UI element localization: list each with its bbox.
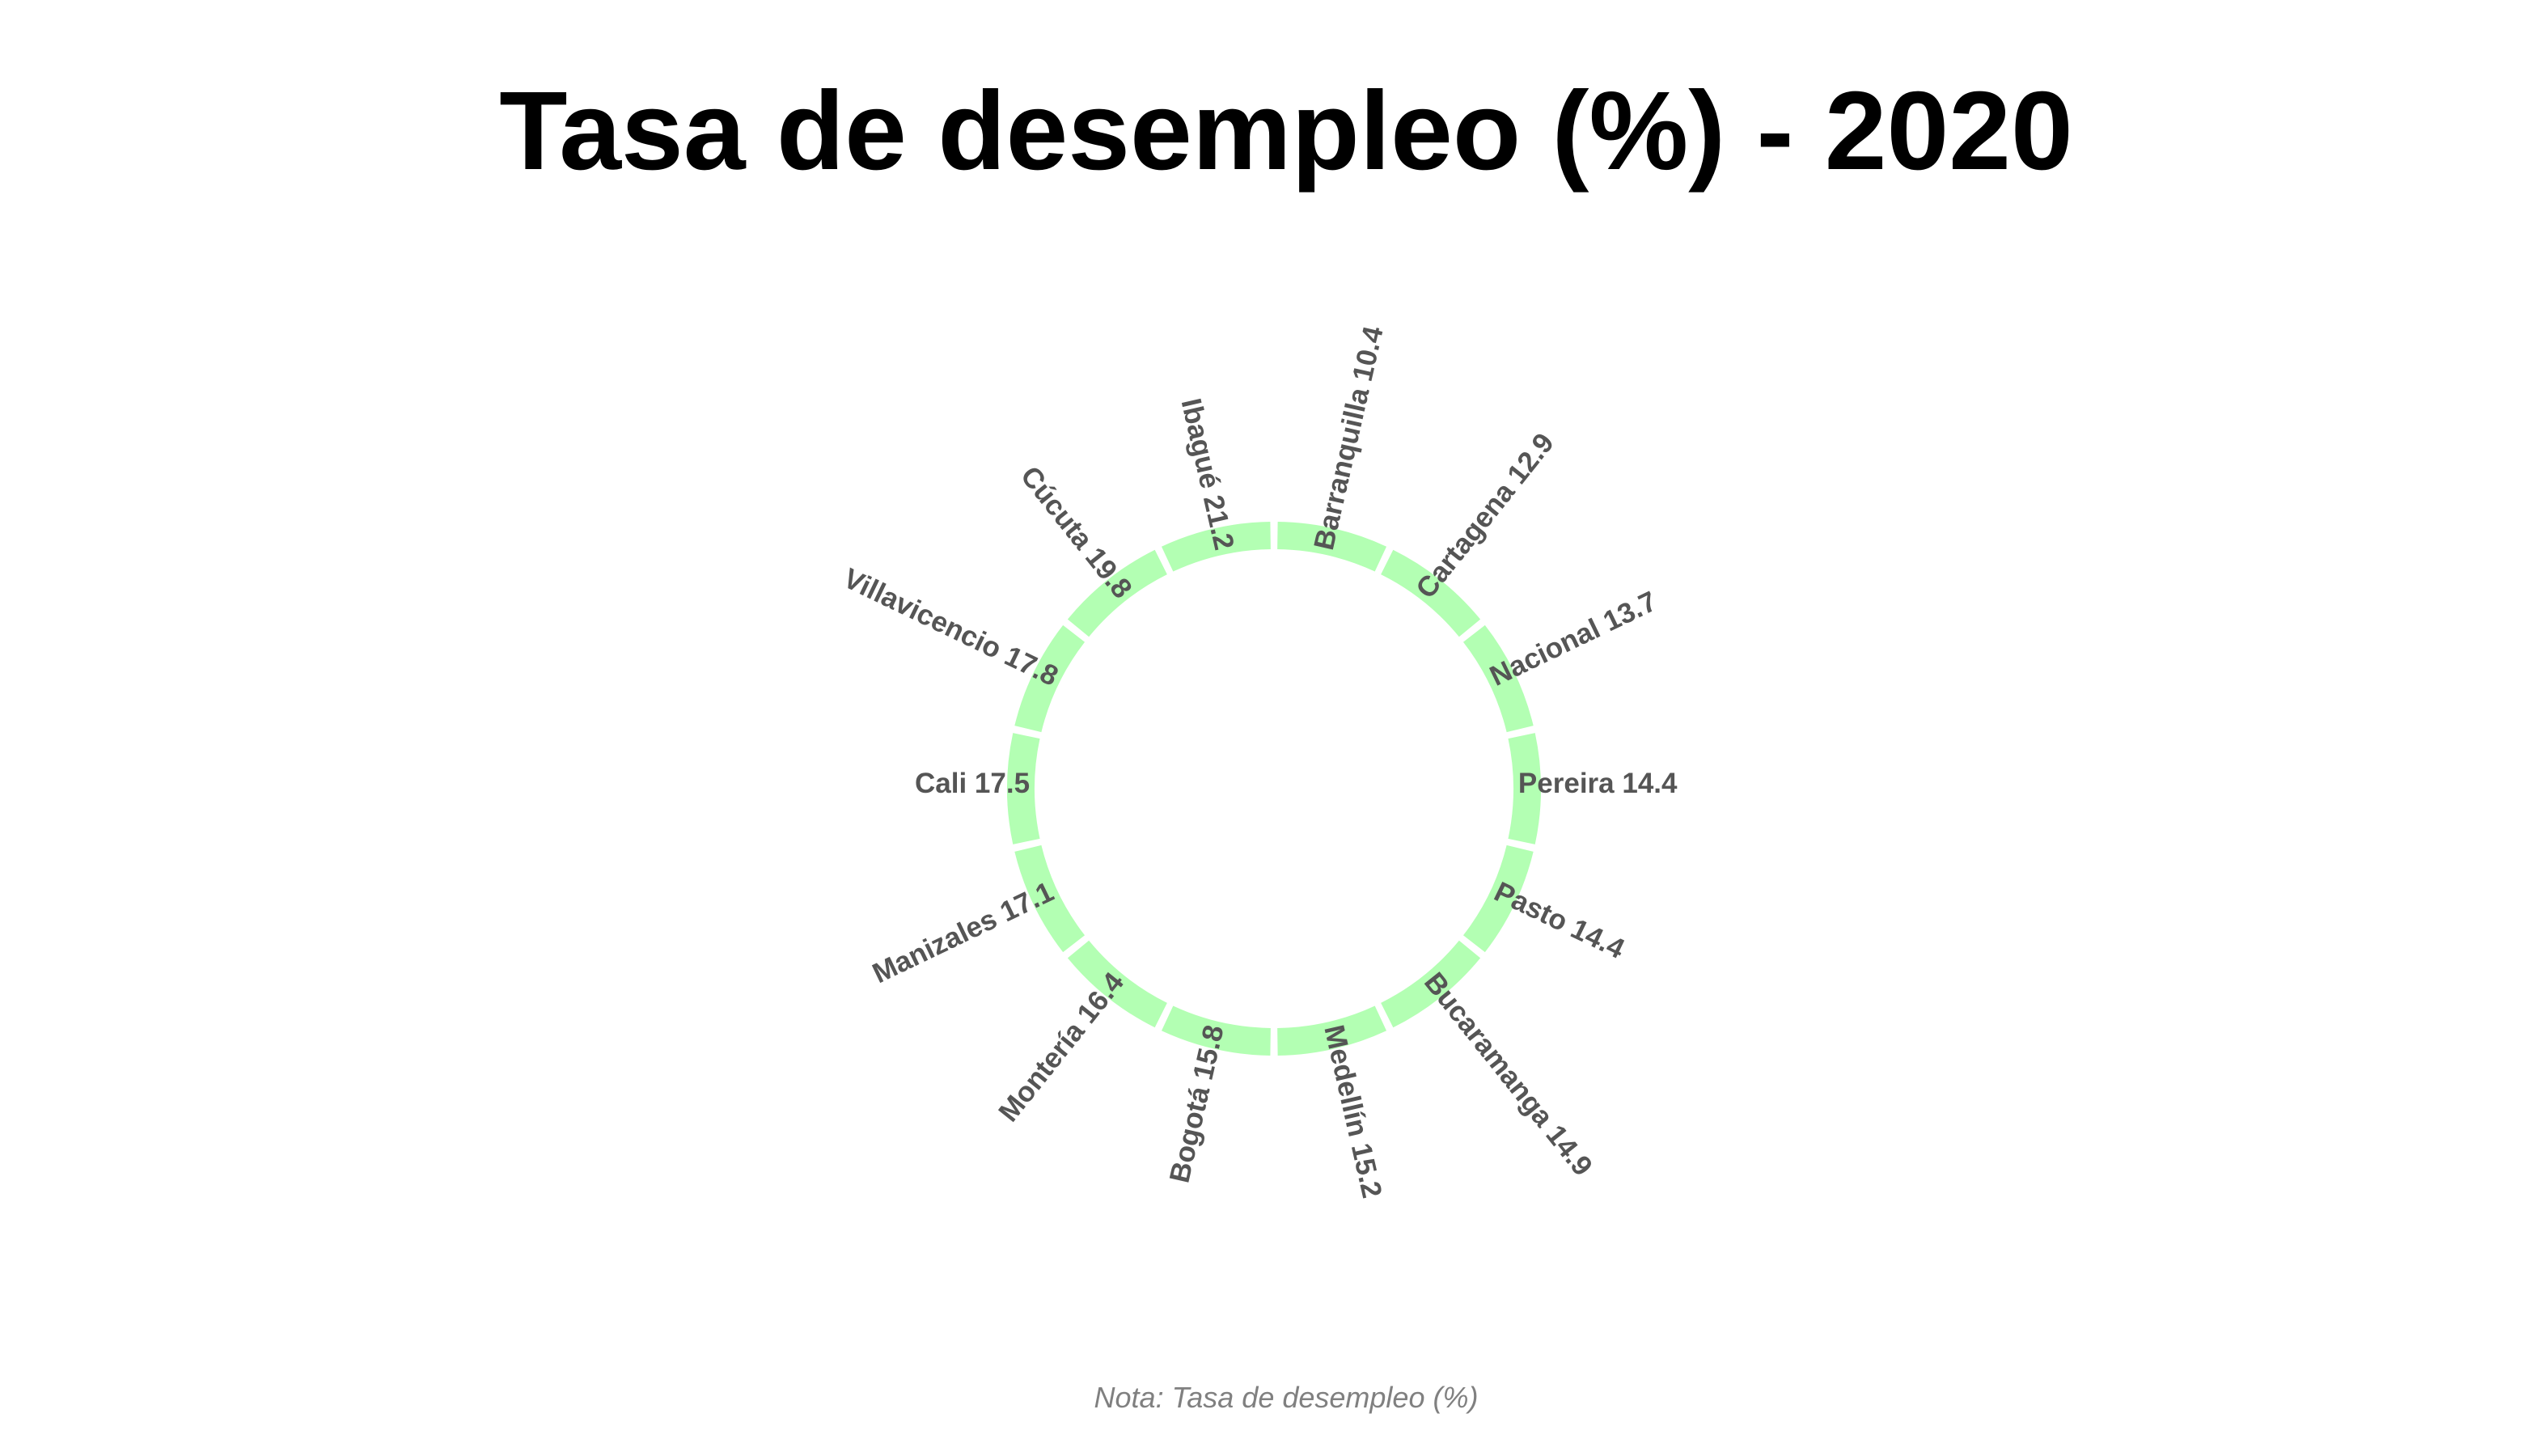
bar-label: Bucaramanga 14.9 [1418, 967, 1598, 1182]
circular-bar-chart: Barranquilla 10.4 Cartagena 12.9Nacional … [839, 323, 1678, 1200]
bar-label: Cali 17.5 [915, 768, 1030, 799]
bar-label: Villavicencio 17.8 [839, 562, 1064, 692]
bar-label: Ibagué 21.2 [1175, 396, 1240, 553]
bar-label: Nacional 13.7 [1485, 586, 1661, 692]
bar-label: Barranquilla 10.4 [1308, 323, 1390, 552]
bar-label: Bogotá 15.8 [1163, 1022, 1230, 1186]
bar-label: Pasto 14.4 [1489, 876, 1629, 965]
bar-label: Pereira 14.4 [1518, 768, 1678, 799]
chart-note: Nota: Tasa de desempleo (%) [1094, 1381, 1479, 1414]
bar-label: Medellín 15.2 [1318, 1022, 1388, 1201]
bar-label: Cartagena 12.9 [1410, 427, 1560, 604]
bars-layer [1007, 522, 1541, 1056]
bar-label: Cúcuta 19.8 [1014, 460, 1138, 604]
bar-label: Montería 16.4 [993, 967, 1130, 1128]
bar-label: Manizales 17.1 [868, 876, 1059, 990]
labels-layer: Barranquilla 10.4 Cartagena 12.9Nacional … [839, 323, 1678, 1200]
